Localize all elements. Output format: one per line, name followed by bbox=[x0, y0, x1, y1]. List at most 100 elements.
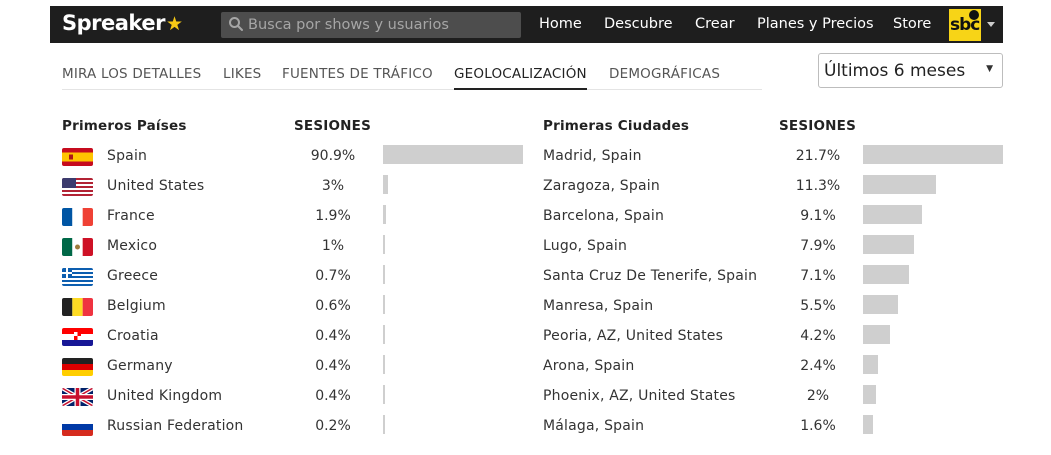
country-name-greece: Greece bbox=[107, 268, 159, 284]
table-row: Manresa, Spain 5.5% bbox=[543, 295, 1004, 328]
flag-ru-icon bbox=[62, 418, 93, 436]
sessions-bar bbox=[383, 235, 385, 254]
city-name-malaga-spain: Málaga, Spain bbox=[543, 418, 645, 434]
user-avatar[interactable]: sbc bbox=[949, 9, 981, 41]
table-row: Phoenix, AZ, United States 2% bbox=[543, 385, 1004, 418]
nav-descubre[interactable]: Descubre bbox=[604, 16, 673, 32]
tab-demograficas[interactable]: DEMOGRÁFICAS bbox=[609, 66, 720, 90]
table-row: United States 3% bbox=[62, 175, 524, 208]
flag-gb-icon bbox=[62, 388, 93, 406]
sessions-bar bbox=[383, 205, 386, 224]
table-row: Madrid, Spain 21.7% bbox=[543, 145, 1004, 178]
flag-us-icon bbox=[62, 178, 93, 196]
countries-header: Primeros Países bbox=[62, 118, 187, 134]
city-name-lugo-spain: Lugo, Spain bbox=[543, 238, 628, 254]
country-name-spain: Spain bbox=[107, 148, 148, 164]
sessions-bar bbox=[383, 325, 385, 344]
table-row: Greece 0.7% bbox=[62, 265, 524, 298]
search-icon bbox=[229, 17, 243, 31]
tab-mira-los-detalles[interactable]: MIRA LOS DETALLES bbox=[62, 66, 201, 90]
spreaker-logo[interactable]: Spreaker★ bbox=[62, 11, 183, 35]
period-selected-value: Últimos 6 meses bbox=[824, 61, 966, 81]
sessions-percent: 2.4% bbox=[800, 358, 836, 374]
stats-tabs: MIRA LOS DETALLES LIKES FUENTES DE TRÁFI… bbox=[62, 66, 762, 90]
sessions-bar bbox=[863, 205, 922, 224]
top-navigation-bar: Spreaker★ Home Descubre Crear Planes y P… bbox=[50, 6, 1003, 43]
country-name-united-kingdom: United Kingdom bbox=[107, 388, 223, 404]
country-name-germany: Germany bbox=[107, 358, 173, 374]
sessions-percent: 7.9% bbox=[800, 238, 836, 254]
country-name-belgium: Belgium bbox=[107, 298, 166, 314]
sessions-percent: 0.7% bbox=[315, 268, 351, 284]
table-row: Russian Federation 0.2% bbox=[62, 415, 524, 448]
sessions-bar bbox=[383, 145, 523, 164]
avatar-logo-text: sbc bbox=[950, 15, 980, 35]
chevron-down-icon[interactable] bbox=[987, 22, 995, 27]
tab-likes[interactable]: LIKES bbox=[223, 66, 261, 90]
sessions-percent: 1% bbox=[321, 238, 345, 254]
country-name-croatia: Croatia bbox=[107, 328, 159, 344]
star-icon: ★ bbox=[165, 13, 183, 35]
sessions-percent: 1.6% bbox=[800, 418, 836, 434]
sessions-bar bbox=[383, 295, 385, 314]
sessions-bar bbox=[863, 145, 1003, 164]
flag-gr-icon bbox=[62, 268, 93, 286]
sessions-percent: 11.3% bbox=[795, 178, 841, 194]
cities-header: Primeras Ciudades bbox=[543, 118, 690, 134]
sessions-percent: 3% bbox=[321, 178, 345, 194]
sessions-percent: 0.6% bbox=[315, 298, 351, 314]
sessions-percent: 2% bbox=[806, 388, 830, 404]
sessions-bar bbox=[863, 175, 936, 194]
nav-store[interactable]: Store bbox=[893, 16, 931, 32]
sessions-bar bbox=[863, 385, 876, 404]
table-row: Arona, Spain 2.4% bbox=[543, 355, 1004, 388]
table-row: Zaragoza, Spain 11.3% bbox=[543, 175, 1004, 208]
city-name-barcelona-spain: Barcelona, Spain bbox=[543, 208, 665, 224]
sessions-percent: 0.4% bbox=[315, 388, 351, 404]
sessions-bar bbox=[383, 415, 385, 434]
nav-crear[interactable]: Crear bbox=[695, 16, 735, 32]
sessions-bar bbox=[383, 265, 385, 284]
city-name-madrid-spain: Madrid, Spain bbox=[543, 148, 642, 164]
caret-down-icon: ▼ bbox=[986, 64, 993, 74]
sessions-percent: 9.1% bbox=[800, 208, 836, 224]
search-box[interactable] bbox=[221, 12, 521, 38]
table-row: France 1.9% bbox=[62, 205, 524, 238]
country-name-france: France bbox=[107, 208, 155, 224]
sessions-bar bbox=[863, 265, 909, 284]
flag-de-icon bbox=[62, 358, 93, 376]
period-select[interactable]: Últimos 6 meses ▼ bbox=[818, 53, 1003, 88]
cities-sessions-header: SESIONES bbox=[779, 118, 857, 134]
sessions-bar bbox=[863, 325, 890, 344]
table-row: Mexico 1% bbox=[62, 235, 524, 268]
table-row: United Kingdom 0.4% bbox=[62, 385, 524, 418]
flag-fr-icon bbox=[62, 208, 93, 226]
city-name-santa-cruz-de-tenerife-spain: Santa Cruz De Tenerife, Spain bbox=[543, 268, 758, 284]
city-name-peoria-az-united-states: Peoria, AZ, United States bbox=[543, 328, 724, 344]
tab-fuentes-de-trafico[interactable]: FUENTES DE TRÁFICO bbox=[282, 66, 433, 90]
table-row: Spain 90.9% bbox=[62, 145, 524, 178]
tab-geolocalizacion[interactable]: GEOLOCALIZACIÓN bbox=[454, 66, 587, 90]
sessions-bar bbox=[863, 415, 873, 434]
sessions-percent: 5.5% bbox=[800, 298, 836, 314]
table-row: Peoria, AZ, United States 4.2% bbox=[543, 325, 1004, 358]
nav-planes-precios[interactable]: Planes y Precios bbox=[757, 16, 874, 32]
countries-sessions-header: SESIONES bbox=[294, 118, 372, 134]
city-name-phoenix-az-united-states: Phoenix, AZ, United States bbox=[543, 388, 736, 404]
sessions-percent: 90.9% bbox=[310, 148, 356, 164]
sessions-bar bbox=[383, 175, 388, 194]
sessions-bar bbox=[863, 355, 878, 374]
logo-text: Spreaker bbox=[62, 11, 165, 35]
city-name-manresa-spain: Manresa, Spain bbox=[543, 298, 654, 314]
sessions-percent: 7.1% bbox=[800, 268, 836, 284]
search-input[interactable] bbox=[248, 12, 516, 38]
flag-be-icon bbox=[62, 298, 93, 316]
sessions-bar bbox=[383, 385, 385, 404]
sessions-bar bbox=[863, 295, 898, 314]
country-name-russian-federation: Russian Federation bbox=[107, 418, 244, 434]
table-row: Málaga, Spain 1.6% bbox=[543, 415, 1004, 448]
nav-home[interactable]: Home bbox=[539, 16, 582, 32]
city-name-arona-spain: Arona, Spain bbox=[543, 358, 635, 374]
flag-hr-icon bbox=[62, 328, 93, 346]
sessions-percent: 0.2% bbox=[315, 418, 351, 434]
